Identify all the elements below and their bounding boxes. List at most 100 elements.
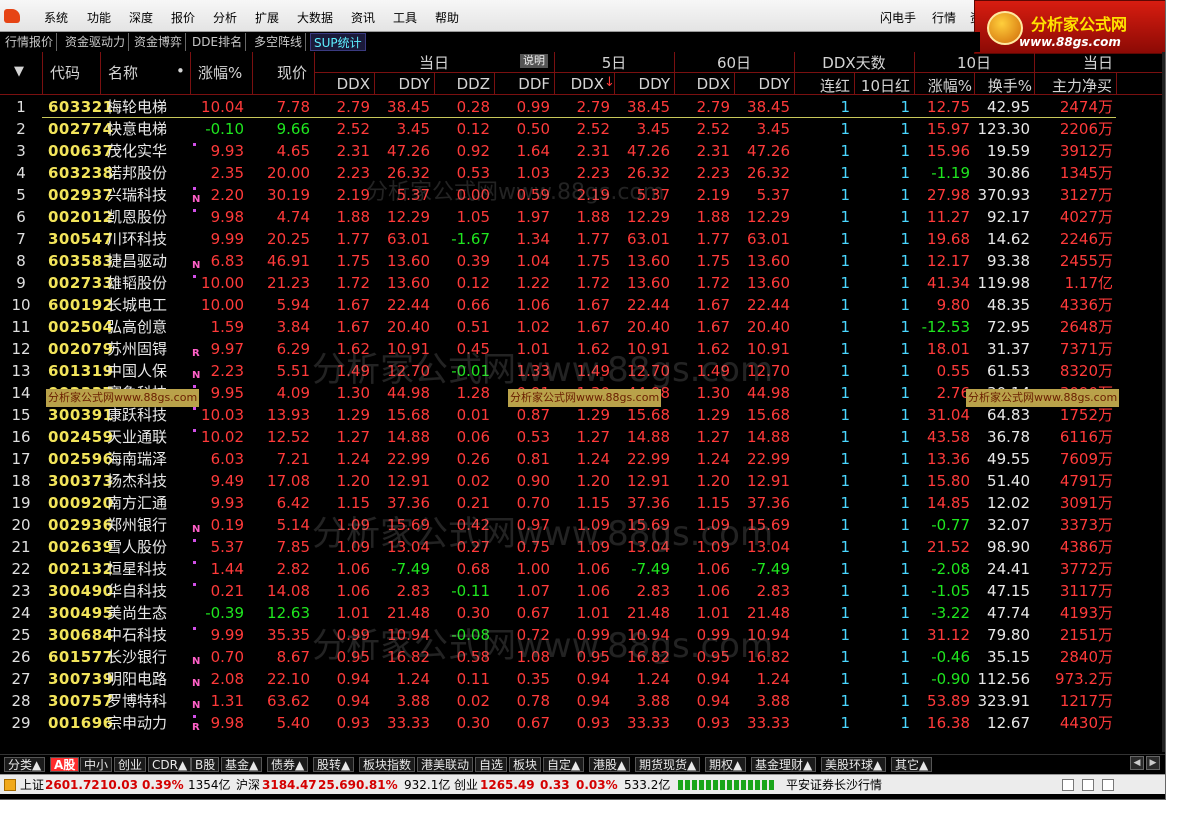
market-tab[interactable]: 期权▲	[705, 757, 747, 772]
tab-sup-stats[interactable]: SUP统计	[310, 33, 366, 51]
menu-function[interactable]: 功能	[87, 9, 111, 26]
menu-quote[interactable]: 报价	[171, 9, 195, 26]
menu-market[interactable]: 行情	[932, 9, 956, 26]
market-tab[interactable]: 自定▲	[543, 757, 585, 772]
market-tab[interactable]: 板块	[509, 757, 542, 772]
table-row[interactable]: 10 600192 长城电工 10.00 5.94 1.67 22.44 0.66 1.06 1.…	[0, 294, 1164, 316]
market-tab[interactable]: 其它▲	[891, 757, 933, 772]
col-price[interactable]: 现价	[277, 62, 307, 83]
col-ddf[interactable]: DDF	[494, 75, 550, 93]
col-ddy-5d[interactable]: DDY	[614, 75, 670, 93]
col-name[interactable]: 名称	[108, 62, 138, 83]
menu-system[interactable]: 系统	[44, 9, 68, 26]
table-row[interactable]: 18 300373 扬杰科技 9.49 17.08 1.20 12.91 0.02 0.90 1.…	[0, 470, 1164, 492]
menu-extend[interactable]: 扩展	[255, 9, 279, 26]
table-row[interactable]: 12 002079 苏州固锝 R 9.97 6.29 1.62 10.91 0.45 1.01 1.…	[0, 338, 1164, 360]
stock-name: 明阳电路	[107, 670, 168, 688]
col-consecutive-red[interactable]: 连红	[794, 75, 850, 96]
cell-ddy60: 16.82	[747, 648, 790, 666]
table-row[interactable]: 24 300495 美尚生态 -0.39 12.63 1.01 21.48 0.30 0.67 1…	[0, 602, 1164, 624]
col-main-net-buy[interactable]: 主力净买	[1034, 75, 1112, 96]
col-ddy[interactable]: DDY	[374, 75, 430, 93]
market-tab[interactable]: B股	[191, 757, 220, 772]
table-row[interactable]: 20 002936 郑州银行 N 0.19 5.14 1.09 15.69 0.42 0.97 1.…	[0, 514, 1164, 536]
col-ddx[interactable]: DDX	[314, 75, 370, 93]
turnover: 30.86	[987, 164, 1030, 182]
table-row[interactable]: 16 002459 天业通联 10.02 12.52 1.27 14.88 0.06 0.53 1…	[0, 426, 1164, 448]
app-logo-icon[interactable]	[4, 9, 20, 23]
explain-button[interactable]: 说明	[520, 54, 548, 68]
table-row[interactable]: 13 601319 中国人保 N 2.23 5.51 1.49 12.70 -0.01 1.33 1…	[0, 360, 1164, 382]
market-tab[interactable]: CDR▲	[148, 757, 192, 772]
cell-ddx60: 1.49	[696, 362, 730, 380]
net-buy-unit: 万	[1098, 252, 1114, 270]
table-row[interactable]: 5 002937 兴瑞科技 N 2.20 30.19 2.19 5.37 0.00 0.59 2.1…	[0, 184, 1164, 206]
col-ddx-60d[interactable]: DDX	[674, 75, 730, 93]
table-row[interactable]: 28 300757 罗博特科 N 1.31 63.62 0.94 3.88 0.02 0.78 0.…	[0, 690, 1164, 712]
window-icon[interactable]	[1082, 779, 1094, 791]
table-row[interactable]: 1 603321 梅轮电梯 10.04 7.78 2.79 38.45 0.28 0.99 2.7…	[0, 96, 1164, 118]
table-row[interactable]: 8 603583 捷昌驱动 N 6.83 46.91 1.75 13.60 0.39 1.04 1.…	[0, 250, 1164, 272]
menu-bigdata[interactable]: 大数据	[297, 9, 333, 26]
table-row[interactable]: 22 002132 恒星科技 1.44 2.82 1.06 -7.49 0.68 1.00 1.0…	[0, 558, 1164, 580]
menu-depth[interactable]: 深度	[129, 9, 153, 26]
sort-arrow-icon[interactable]: ▼	[14, 64, 24, 79]
menu-analysis[interactable]: 分析	[213, 9, 237, 26]
menu-help[interactable]: 帮助	[435, 9, 459, 26]
col-ddx-5d[interactable]: DDX	[554, 75, 604, 93]
table-row[interactable]: 17 002596 海南瑞泽 6.03 7.21 1.24 22.99 0.26 0.81 1.2…	[0, 448, 1164, 470]
market-tab[interactable]: 港股▲	[589, 757, 631, 772]
market-tab[interactable]: 债券▲	[267, 757, 309, 772]
cell-ddf: 1.01	[516, 340, 550, 358]
table-row[interactable]: 26 601577 长沙银行 N 0.70 8.67 0.95 16.82 0.58 1.08 0.…	[0, 646, 1164, 668]
layout-icon[interactable]	[1062, 779, 1074, 791]
table-row[interactable]: 25 300684 中石科技 9.99 35.35 0.99 10.94 -0.08 0.72 0…	[0, 624, 1164, 646]
market-tab[interactable]: 港美联动	[417, 757, 474, 772]
table-row[interactable]: 4 603238 诺邦股份 2.35 20.00 2.23 26.32 0.53 1.03 2.2…	[0, 162, 1164, 184]
col-10day-change[interactable]: 涨幅%	[914, 75, 972, 96]
scroll-right-icon[interactable]: ▶	[1146, 756, 1160, 770]
tab-fund-drive[interactable]: 资金驱动力	[62, 33, 130, 51]
market-tab[interactable]: 基金▲	[221, 757, 263, 772]
menu-tools[interactable]: 工具	[393, 9, 417, 26]
market-tab[interactable]: 美股环球▲	[821, 757, 887, 772]
options-icon[interactable]	[1102, 779, 1114, 791]
scroll-left-icon[interactable]: ◀	[1130, 756, 1144, 770]
market-tab[interactable]: 创业	[114, 757, 147, 772]
market-tab[interactable]: 基金理财▲	[751, 757, 817, 772]
market-tab[interactable]: 板块指数	[359, 757, 416, 772]
table-row[interactable]: 23 300490 华自科技 0.21 14.08 1.06 2.83 -0.11 1.07 1.…	[0, 580, 1164, 602]
market-tab[interactable]: 中小	[80, 757, 113, 772]
table-row[interactable]: 27 300739 明阳电路 N 2.08 22.10 0.94 1.24 0.11 0.35 0.…	[0, 668, 1164, 690]
col-code[interactable]: 代码	[50, 62, 80, 83]
market-tab[interactable]: 分类▲	[4, 757, 46, 772]
menu-news[interactable]: 资讯	[351, 9, 375, 26]
col-turnover[interactable]: 换手%	[974, 75, 1032, 96]
table-row[interactable]: 29 001696 宗申动力 R 9.98 5.40 0.93 33.33 0.30 0.67 0.…	[0, 712, 1164, 734]
table-row[interactable]: 6 002012 凯恩股份 9.98 4.74 1.88 12.29 1.05 1.97 1.88…	[0, 206, 1164, 228]
last-price: 3.84	[276, 318, 310, 336]
tab-dde-rank[interactable]: DDE排名	[189, 33, 247, 51]
table-row[interactable]: 7 300547 川环科技 9.99 20.25 1.77 63.01 -1.67 1.34 1.…	[0, 228, 1164, 250]
tab-quotes[interactable]: 行情报价	[2, 33, 58, 51]
table-row[interactable]: 9 002733 雄韬股份 10.00 21.23 1.72 13.60 0.12 1.22 1.…	[0, 272, 1164, 294]
col-ddz[interactable]: DDZ	[434, 75, 490, 93]
menu-flash-trader[interactable]: 闪电手	[880, 9, 916, 26]
table-row[interactable]: 3 000637 茂化实华 9.93 4.65 2.31 47.26 0.92 1.64 2.31…	[0, 140, 1164, 162]
table-row[interactable]: 15 300391 康跃科技 10.03 13.93 1.29 15.68 0.01 0.87 1…	[0, 404, 1164, 426]
tab-fund-game[interactable]: 资金博弈	[131, 33, 187, 51]
status-icon[interactable]	[4, 779, 16, 791]
market-tab[interactable]: 期货现货▲	[635, 757, 701, 772]
table-row[interactable]: 21 002639 雪人股份 5.37 7.85 1.09 13.04 0.27 0.75 1.0…	[0, 536, 1164, 558]
col-10day-red[interactable]: 10日红	[854, 75, 910, 96]
col-change[interactable]: 涨幅%	[198, 62, 242, 83]
cell-ddx60: 1.72	[696, 274, 730, 292]
table-row[interactable]: 11 002504 弘高创意 1.59 3.84 1.67 20.40 0.51 1.02 1.6…	[0, 316, 1164, 338]
market-tab[interactable]: A股	[50, 757, 80, 772]
table-row[interactable]: 2 002774 快意电梯 -0.10 9.66 2.52 3.45 0.12 0.50 2.52…	[0, 118, 1164, 140]
market-tab[interactable]: 自选	[475, 757, 508, 772]
market-tab[interactable]: 股转▲	[313, 757, 355, 772]
table-row[interactable]: 19 000920 南方汇通 9.93 6.42 1.15 37.36 0.21 0.70 1.1…	[0, 492, 1164, 514]
col-ddy-60d[interactable]: DDY	[734, 75, 790, 93]
tab-long-short[interactable]: 多空阵线	[251, 33, 307, 51]
